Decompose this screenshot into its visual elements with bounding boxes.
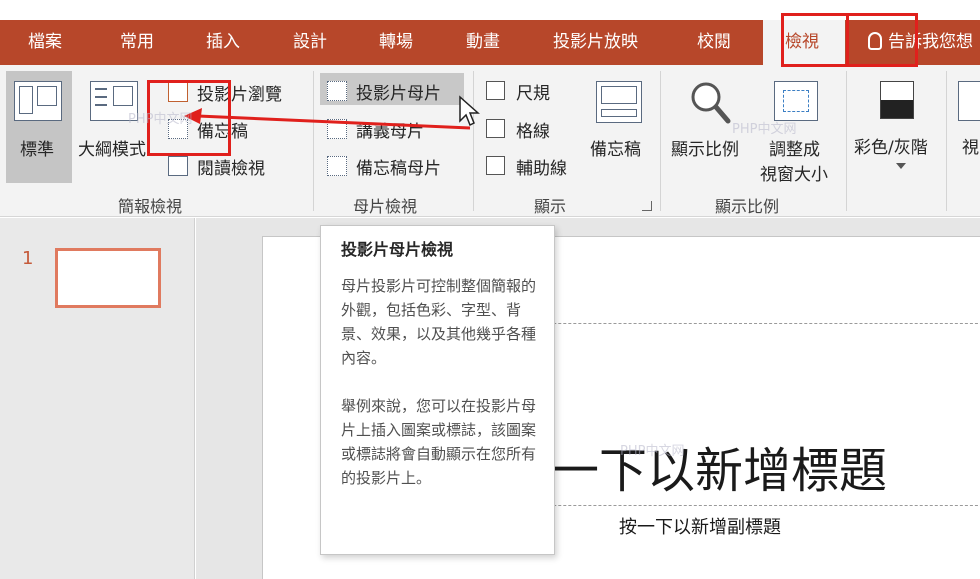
notes-master-icon — [327, 156, 347, 176]
notes-master-button[interactable]: 備忘稿母片 — [356, 154, 441, 179]
slide-thumbnail-panel: 1 — [0, 218, 195, 579]
slide-master-button[interactable]: 投影片母片 — [356, 79, 441, 104]
color-grayscale-icon — [880, 81, 914, 119]
dialog-launcher-icon[interactable] — [642, 201, 652, 211]
slide-thumbnail[interactable] — [55, 248, 161, 308]
tab-home[interactable]: 常用 — [120, 20, 154, 65]
gridlines-label: 格線 — [516, 122, 550, 142]
tab-slide-show[interactable]: 投影片放映 — [553, 20, 638, 65]
slide-canvas: 一下以新增標題 按一下以新增副標題 — [196, 218, 980, 579]
tab-file[interactable]: 檔案 — [28, 20, 62, 65]
slide-master-icon — [327, 81, 347, 101]
zoom-button[interactable]: 顯示比例 — [671, 135, 739, 160]
group-separator — [313, 71, 314, 211]
outline-view-button[interactable]: 大綱模式 — [78, 135, 146, 160]
group-separator — [660, 71, 661, 211]
reading-view-icon — [168, 156, 188, 176]
guides-label: 輔助線 — [516, 159, 567, 179]
group-separator — [473, 71, 474, 211]
notes-button[interactable]: 備忘稿 — [590, 135, 641, 160]
fit-to-window-button-line1[interactable]: 調整成 — [769, 135, 820, 160]
fit-to-window-button-line2[interactable]: 視窗大小 — [760, 160, 828, 185]
normal-view-icon — [14, 81, 62, 121]
annotation-arrow — [184, 108, 471, 130]
normal-view-label: 標準 — [20, 140, 54, 160]
dropdown-arrow-icon[interactable] — [896, 163, 906, 169]
guides-checkbox[interactable] — [486, 156, 505, 175]
title-placeholder-border — [493, 505, 980, 506]
master-views-group-label: 母片檢視 — [353, 197, 418, 216]
tab-insert[interactable]: 插入 — [206, 20, 240, 65]
view-tab-highlight-box — [781, 13, 849, 67]
slide-master-tooltip: 投影片母片檢視 母片投影片可控制整個簡報的外觀，包括色彩、字型、背景、效果，以及… — [320, 225, 555, 555]
show-group-label: 顯示 — [534, 197, 567, 216]
group-separator — [846, 71, 847, 211]
fit-to-window-icon — [774, 81, 818, 121]
tab-transitions[interactable]: 轉場 — [379, 20, 413, 65]
slide-number: 1 — [22, 248, 34, 269]
tooltip-paragraph: 舉例來說，您可以在投影片母片上插入圖案或標誌，該圖案或標誌將會自動顯示在您所有的… — [341, 397, 537, 487]
tab-review[interactable]: 校閱 — [697, 20, 731, 65]
tooltip-body: 母片投影片可控制整個簡報的外觀，包括色彩、字型、背景、效果，以及其他幾乎各種內容… — [341, 274, 538, 490]
title-placeholder-border — [493, 323, 980, 324]
subtitle-placeholder[interactable]: 按一下以新增副標題 — [619, 513, 781, 539]
reading-view-button[interactable]: 閱讀檢視 — [197, 154, 265, 179]
tab-design[interactable]: 設計 — [293, 20, 327, 65]
notes-icon — [596, 81, 642, 123]
window-button-partial[interactable]: 視 — [962, 133, 979, 158]
tell-me-highlight-box — [846, 13, 918, 67]
magnifier-icon — [691, 82, 731, 124]
tab-animations[interactable]: 動畫 — [466, 20, 500, 65]
ruler-label: 尺規 — [516, 84, 550, 104]
outline-view-icon — [90, 81, 138, 121]
tooltip-paragraph: 母片投影片可控制整個簡報的外觀，包括色彩、字型、背景、效果，以及其他幾乎各種內容… — [341, 277, 537, 367]
window-icon — [958, 81, 980, 121]
zoom-group-label: 顯示比例 — [715, 197, 780, 216]
title-placeholder[interactable]: 一下以新增標題 — [551, 431, 887, 501]
presentation-views-group-label: 簡報檢視 — [118, 197, 183, 216]
ruler-checkbox[interactable] — [486, 81, 505, 100]
color-grayscale-button[interactable]: 彩色/灰階 — [854, 133, 928, 158]
tooltip-title: 投影片母片檢視 — [341, 240, 454, 259]
group-separator — [946, 71, 947, 211]
gridlines-checkbox[interactable] — [486, 119, 505, 138]
